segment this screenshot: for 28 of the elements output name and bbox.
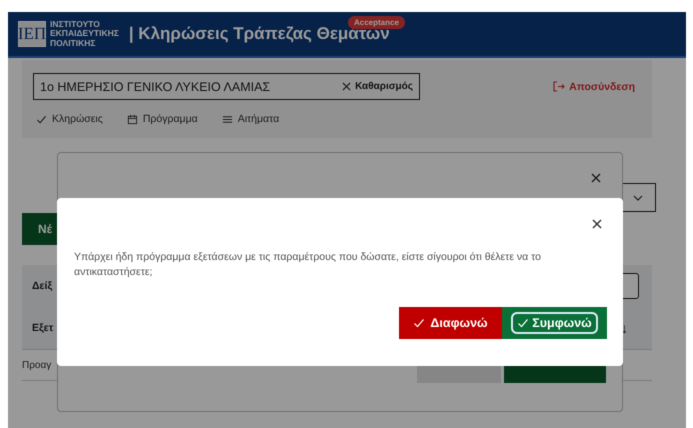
calendar-icon bbox=[126, 114, 138, 124]
environment-badge: Acceptance bbox=[348, 16, 405, 29]
check-icon bbox=[517, 317, 530, 329]
check-icon bbox=[36, 114, 47, 124]
close-icon[interactable] bbox=[591, 173, 601, 183]
sort-icon[interactable]: ↓ bbox=[621, 320, 628, 336]
filter-label: Δείξ bbox=[32, 280, 52, 292]
logo-text: ΙΝΣΤΙΤΟΥΤΟ bbox=[50, 20, 101, 30]
close-icon bbox=[342, 82, 352, 91]
nav-tab[interactable]: Κληρώσεις bbox=[36, 113, 103, 125]
disagree-button[interactable]: Διαφωνώ bbox=[399, 307, 502, 339]
logo-text: ΕΚΠΑΙΔΕΥΤΙΚΗΣ bbox=[50, 29, 119, 39]
logo-text: ΠΟΛΙΤΙΚΗΣ bbox=[50, 38, 96, 48]
dialog-message: Υπάρχει ήδη πρόγραμμα εξετάσεων με τις παραμέτρους που δώσατε, είστε σίγουροι ότι θέλετε να το αντικαταστήσετε; bbox=[74, 250, 542, 280]
school-field[interactable]: 1ο ΗΜΕΡΗΣΙΟ ΓΕΝΙΚΟ ΛΥΚΕΙΟ ΛΑΜΙΑΣ Καθαρισμός bbox=[33, 73, 420, 100]
column-header: Εξετ bbox=[32, 322, 54, 334]
agree-button[interactable]: Συμφωνώ bbox=[502, 307, 607, 339]
chevron-down-icon bbox=[633, 194, 643, 200]
logout-link[interactable]: Αποσύνδεση bbox=[547, 80, 641, 94]
check-icon bbox=[413, 317, 426, 329]
clear-button[interactable]: Καθαρισμός bbox=[342, 81, 413, 92]
list-icon bbox=[222, 114, 233, 124]
close-icon[interactable] bbox=[592, 219, 602, 229]
table-cell: Προαγ bbox=[22, 360, 52, 370]
logo-mark: ΙΕΠ bbox=[18, 21, 46, 47]
nav-tab[interactable]: Αιτήματα bbox=[222, 113, 280, 125]
nav-tab[interactable]: Πρόγραμμα bbox=[126, 113, 198, 125]
logout-icon bbox=[553, 81, 566, 92]
